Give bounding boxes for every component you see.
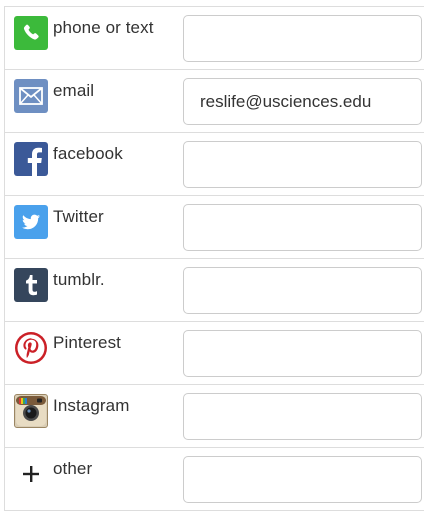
contact-label-pinterest: Pinterest bbox=[53, 333, 121, 352]
envelope-icon bbox=[14, 79, 48, 113]
contact-label-other: other bbox=[53, 459, 93, 478]
contact-row-email: email bbox=[5, 70, 424, 133]
twitter-input[interactable] bbox=[183, 204, 422, 251]
instagram-camera-icon bbox=[14, 394, 48, 428]
contact-row-twitter: Twitter bbox=[5, 196, 424, 259]
contact-label-email: email bbox=[53, 81, 95, 100]
facebook-icon bbox=[14, 142, 48, 176]
contact-row-pinterest: Pinterest bbox=[5, 322, 424, 385]
phone-icon bbox=[14, 16, 48, 50]
other-input[interactable] bbox=[183, 456, 422, 503]
contact-label-facebook: facebook bbox=[53, 144, 123, 163]
phone-input[interactable] bbox=[183, 15, 422, 62]
contact-row-instagram: Instagram bbox=[5, 385, 424, 448]
tumblr-icon bbox=[14, 268, 48, 302]
contact-label-twitter: Twitter bbox=[53, 207, 104, 226]
instagram-input[interactable] bbox=[183, 393, 422, 440]
contact-methods-table: phone or text email facebook Twitte bbox=[4, 6, 424, 511]
plus-icon bbox=[14, 457, 48, 491]
tumblr-input[interactable] bbox=[183, 267, 422, 314]
contact-label-phone: phone or text bbox=[53, 18, 154, 37]
contact-row-other: other bbox=[5, 448, 424, 511]
email-input[interactable] bbox=[183, 78, 422, 125]
facebook-input[interactable] bbox=[183, 141, 422, 188]
pinterest-icon bbox=[14, 331, 48, 365]
contact-label-instagram: Instagram bbox=[53, 396, 130, 415]
contact-row-phone: phone or text bbox=[5, 7, 424, 70]
contact-label-tumblr: tumblr. bbox=[53, 270, 105, 289]
pinterest-input[interactable] bbox=[183, 330, 422, 377]
twitter-bird-icon bbox=[14, 205, 48, 239]
contact-row-facebook: facebook bbox=[5, 133, 424, 196]
contact-row-tumblr: tumblr. bbox=[5, 259, 424, 322]
